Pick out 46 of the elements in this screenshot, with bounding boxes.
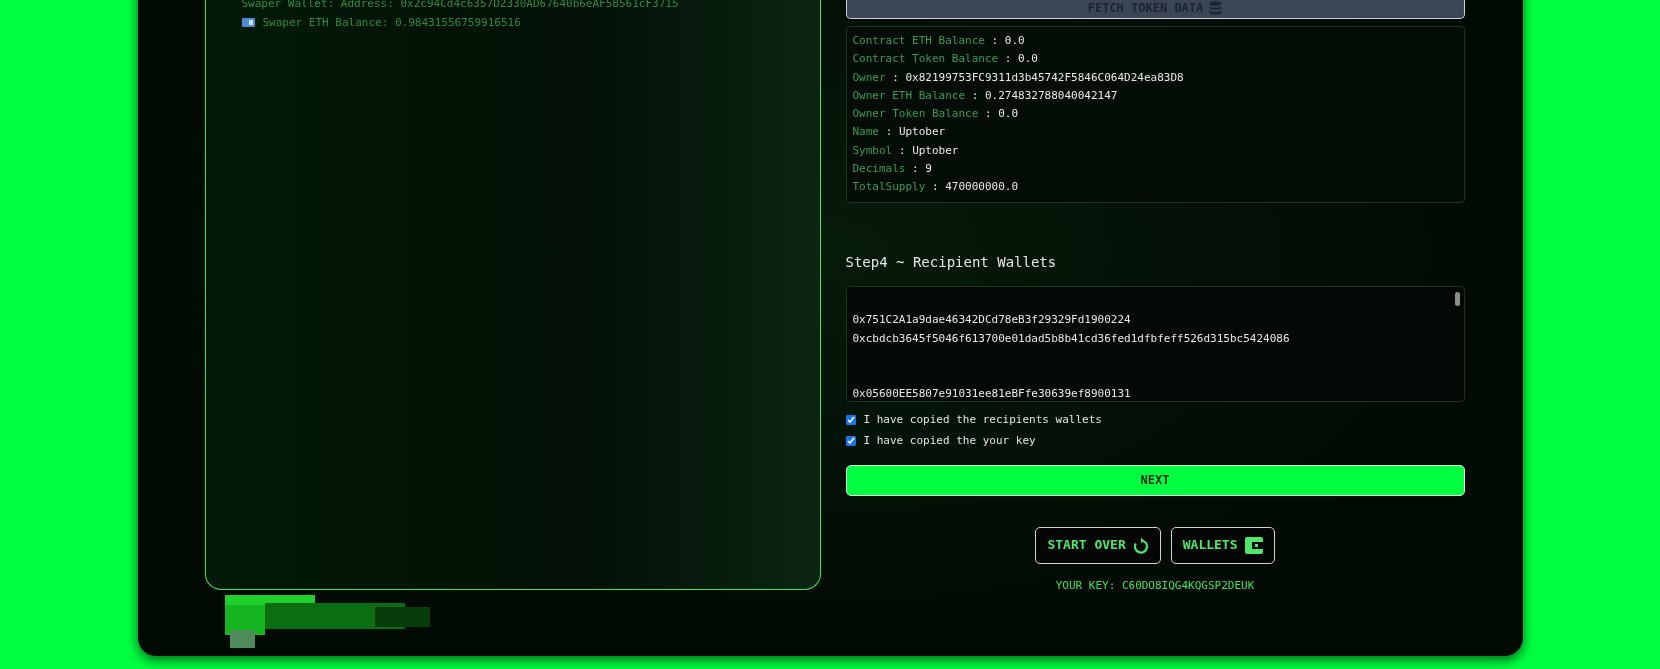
separator-text: : [1004,52,1012,66]
field-label: Contract ETH Balance [852,34,985,47]
field-value: Uptober [898,125,946,139]
recipient-wallets-field[interactable]: 0x751C2A1a9dae46342DCd78eB3f29329Fd1900224 0xcbdcb3645f5046f613700e01dad5b8b41cd36fed1dfbfeff526d315bc5424086 0x05600EE5807e91031ee81eBFfe30639ef8900131 [845,285,1465,402]
scrollbar-thumb[interactable] [1454,291,1460,306]
field-value: 470000000.0 [945,180,1019,194]
field-value: 0.0 [1004,34,1025,47]
field-label: Decimals [852,162,906,176]
field-label: Symbol [852,143,893,157]
separator-text: : [898,143,906,157]
card-icon [241,17,255,28]
wallet-icon [1244,536,1263,554]
refresh-icon [1132,536,1149,554]
wallet-address: 0x05600EE5807e91031ee81eBFfe30639ef8900131 [852,387,1131,401]
wallets-button[interactable]: WALLETS [1170,526,1275,564]
separator-text: : [984,107,992,121]
separator-text: : [885,125,893,139]
field-label: Name [852,125,879,139]
field-value: Uptober [912,143,959,157]
next-button[interactable]: NEXT [845,464,1465,496]
separator-text: : [892,70,899,84]
checkbox-label: I have copied the recipients wallets [863,411,1102,428]
field-value: 0.274832788040042147 [984,88,1118,102]
checkbox-label: I have copied the your key [863,432,1036,449]
field-label: Contract Token Balance [852,52,999,66]
field-value: 9 [925,162,932,176]
field-value: 0x82199753FC9311d3b45742F5846C064D24ea83D8 [905,70,1184,84]
field-label: Owner [852,70,886,84]
checkbox[interactable] [845,415,856,426]
field-label: Owner Token Balance [852,107,979,121]
database-icon [1209,0,1223,15]
your-key-text: YOUR KEY: C60DO8IQG4KQGSP2DEUK [1054,577,1256,594]
field-value: 0.0 [1018,52,1038,66]
field-label: TotalSupply [852,180,926,194]
eth-balance-text: Swaper ETH Balance: 0.98431556759916516 [262,15,521,31]
field-label: Owner ETH Balance [852,88,966,102]
separator-text: : [912,162,919,176]
wallet-address: 0x751C2A1a9dae46342DCd78eB3f29329Fd1900224 [852,313,1131,327]
section-heading: Step4 ~ Recipient Wallets [845,252,1058,272]
field-value: 0.0 [998,107,1019,121]
checkbox[interactable] [845,436,856,447]
separator-text: : [991,34,999,47]
separator-text: : [971,88,979,102]
start-over-button[interactable]: START OVER [1035,526,1161,564]
wallet-address: 0xcbdcb3645f5046f613700e01dad5b8b41cd36fed1dfbfeff526d315bc5424086 [852,331,1290,345]
separator-text: : [932,180,939,194]
